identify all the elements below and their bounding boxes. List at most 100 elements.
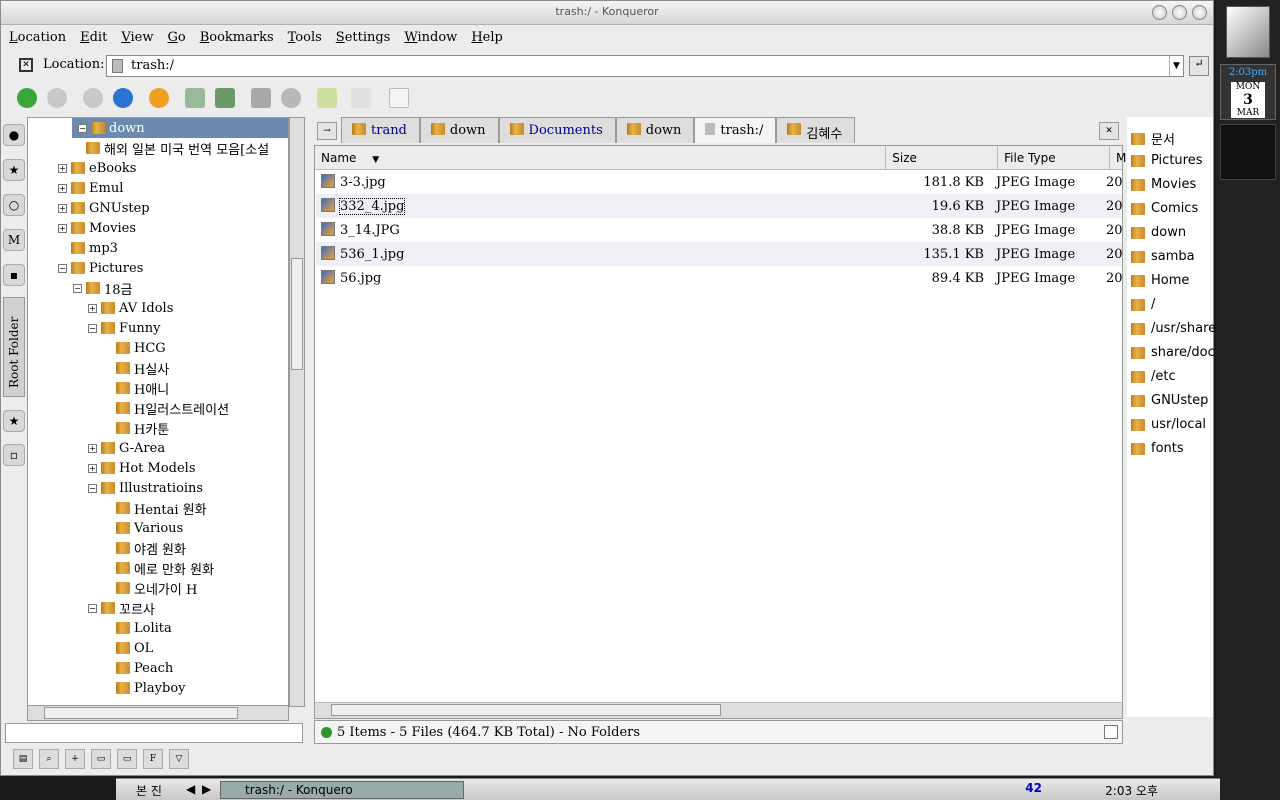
tree-item[interactable]: Hentai 원화 (103, 498, 207, 518)
place-item[interactable]: down (1131, 225, 1186, 240)
network-icon[interactable]: ○ (3, 194, 25, 216)
tree-item[interactable]: + G-Area (88, 438, 165, 458)
place-item[interactable]: Pictures (1131, 153, 1202, 168)
collapse-icon[interactable]: − (88, 603, 97, 613)
tree-item[interactable]: − Pictures (58, 258, 143, 278)
nextstep-logo-icon[interactable] (1226, 6, 1270, 58)
services-icon[interactable]: ▪ (3, 264, 25, 286)
home-icon[interactable] (113, 88, 133, 108)
media-icon[interactable]: ▫ (3, 444, 25, 466)
expand-icon[interactable]: + (88, 303, 97, 313)
menu-edit[interactable]: Edit (80, 30, 107, 45)
tree-item[interactable]: − 18금 (73, 278, 133, 298)
menu-bookmarks[interactable]: Bookmarks (200, 30, 274, 45)
expand-icon[interactable]: + (58, 163, 67, 173)
tree-item[interactable]: + Movies (58, 218, 136, 238)
sync-icon[interactable] (215, 88, 235, 108)
link-view-checkbox[interactable] (1104, 725, 1118, 739)
tree-item[interactable]: OL (103, 638, 153, 658)
menu-window[interactable]: Window (404, 30, 457, 45)
menu-location[interactable]: Location (9, 30, 66, 45)
tree-item[interactable]: + Emul (58, 178, 123, 198)
tab-3[interactable]: down (615, 117, 695, 143)
tree-vertical-scrollbar[interactable] (289, 117, 305, 707)
column-file-type[interactable]: File Type (998, 146, 1111, 169)
tab-5[interactable]: 김혜수 (776, 117, 856, 143)
menu-settings[interactable]: Settings (336, 30, 391, 45)
trash-can-icon[interactable] (251, 88, 271, 108)
place-item[interactable]: samba (1131, 249, 1195, 264)
stop-icon[interactable] (281, 88, 301, 108)
tab-4[interactable]: trash:/ (694, 117, 777, 143)
place-item[interactable]: / (1131, 297, 1155, 312)
tree-item[interactable]: H실사 (103, 358, 169, 378)
filter-icon[interactable]: F (143, 749, 163, 769)
kmail-icon[interactable]: M (3, 229, 25, 251)
window-icon[interactable]: ▭ (117, 749, 137, 769)
file-row[interactable]: 536_1.jpg 135.1 KB JPEG Image 20 (316, 242, 1122, 266)
scroll-thumb[interactable] (331, 704, 721, 716)
place-item[interactable]: Comics (1131, 201, 1198, 216)
expand-icon[interactable]: + (58, 203, 67, 213)
prev-desktop-icon[interactable]: ◀ (186, 782, 195, 796)
next-desktop-icon[interactable]: ▶ (202, 782, 211, 796)
collapse-icon[interactable]: − (78, 123, 87, 133)
place-item[interactable]: /usr/share (1131, 321, 1216, 336)
clear-location-icon[interactable]: ✕ (19, 58, 33, 72)
bookmark-star-icon[interactable]: ★ (3, 410, 25, 432)
system-monitor[interactable] (1220, 124, 1276, 180)
new-folder-icon[interactable]: + (65, 749, 85, 769)
reload-icon[interactable] (149, 88, 169, 108)
split-view-icon[interactable]: ▭ (91, 749, 111, 769)
taskbar-clock[interactable]: 2:03 오후 (1105, 782, 1158, 799)
tree-item[interactable]: − 꼬르사 (88, 598, 155, 618)
tab-2[interactable]: Documents (498, 117, 616, 143)
desktop-name[interactable]: 본 진 (136, 782, 162, 799)
cut-icon[interactable] (351, 88, 371, 108)
tree-item[interactable]: HCG (103, 338, 166, 358)
maximize-button[interactable] (1172, 5, 1187, 20)
tree-item[interactable]: H일러스트레이션 (103, 398, 229, 418)
expand-icon[interactable]: + (88, 463, 97, 473)
dock-clock[interactable]: 2:03pm MON 3 MAR (1220, 64, 1276, 120)
expand-icon[interactable]: + (58, 223, 67, 233)
tree-horizontal-scrollbar[interactable] (27, 705, 289, 721)
task-konqueror[interactable]: trash:/ - Konquero (220, 781, 464, 799)
bookmarks-icon[interactable]: ★ (3, 159, 25, 181)
collapse-icon[interactable]: − (58, 263, 67, 273)
undo-icon[interactable] (317, 88, 337, 108)
list-horizontal-scrollbar[interactable] (315, 702, 1122, 718)
tree-item[interactable]: Playboy (103, 678, 186, 698)
menu-go[interactable]: Go (167, 30, 185, 45)
file-row[interactable]: 3-3.jpg 181.8 KB JPEG Image 20 (316, 170, 1122, 194)
expand-icon[interactable]: + (88, 443, 97, 453)
file-row[interactable]: 56.jpg 89.4 KB JPEG Image 20 (316, 266, 1122, 290)
tree-view-icon[interactable]: ▤ (13, 749, 33, 769)
place-item[interactable]: Movies (1131, 177, 1196, 192)
up-icon[interactable] (83, 88, 103, 108)
folder-tree[interactable]: − down 해외 일본 미국 번역 모음[소설 + eBooks + Emul + GNUst… (27, 117, 289, 707)
place-item[interactable]: fonts (1131, 441, 1184, 456)
tree-item[interactable]: + GNUstep (58, 198, 150, 218)
root-folder-tab[interactable]: Root Folder (3, 297, 25, 397)
collapse-icon[interactable]: − (88, 483, 97, 493)
tree-item[interactable]: + AV Idols (88, 298, 173, 318)
funnel-icon[interactable]: ▽ (169, 749, 189, 769)
forward-icon[interactable] (47, 88, 67, 108)
collapse-icon[interactable]: − (88, 323, 97, 333)
close-button[interactable] (1192, 5, 1207, 20)
tree-item[interactable]: + Hot Models (88, 458, 196, 478)
tree-item[interactable]: mp3 (58, 238, 118, 258)
copy-icon[interactable] (389, 88, 409, 108)
location-input[interactable]: trash:/ ▼ (106, 55, 1184, 77)
place-item[interactable]: Home (1131, 273, 1189, 288)
column-size[interactable]: Size (886, 146, 999, 169)
mount-icon[interactable] (185, 88, 205, 108)
tree-item[interactable]: 오네가이 H (103, 578, 197, 598)
scroll-thumb[interactable] (44, 707, 238, 719)
sidebar-search-field[interactable] (5, 723, 303, 743)
chevron-down-icon[interactable]: ▼ (1169, 56, 1183, 76)
place-item[interactable]: usr/local (1131, 417, 1206, 432)
menu-help[interactable]: Help (471, 30, 503, 45)
file-list[interactable]: Name ▼ Size File Type M 3-3.jpg 181.8 KB J… (314, 145, 1126, 719)
